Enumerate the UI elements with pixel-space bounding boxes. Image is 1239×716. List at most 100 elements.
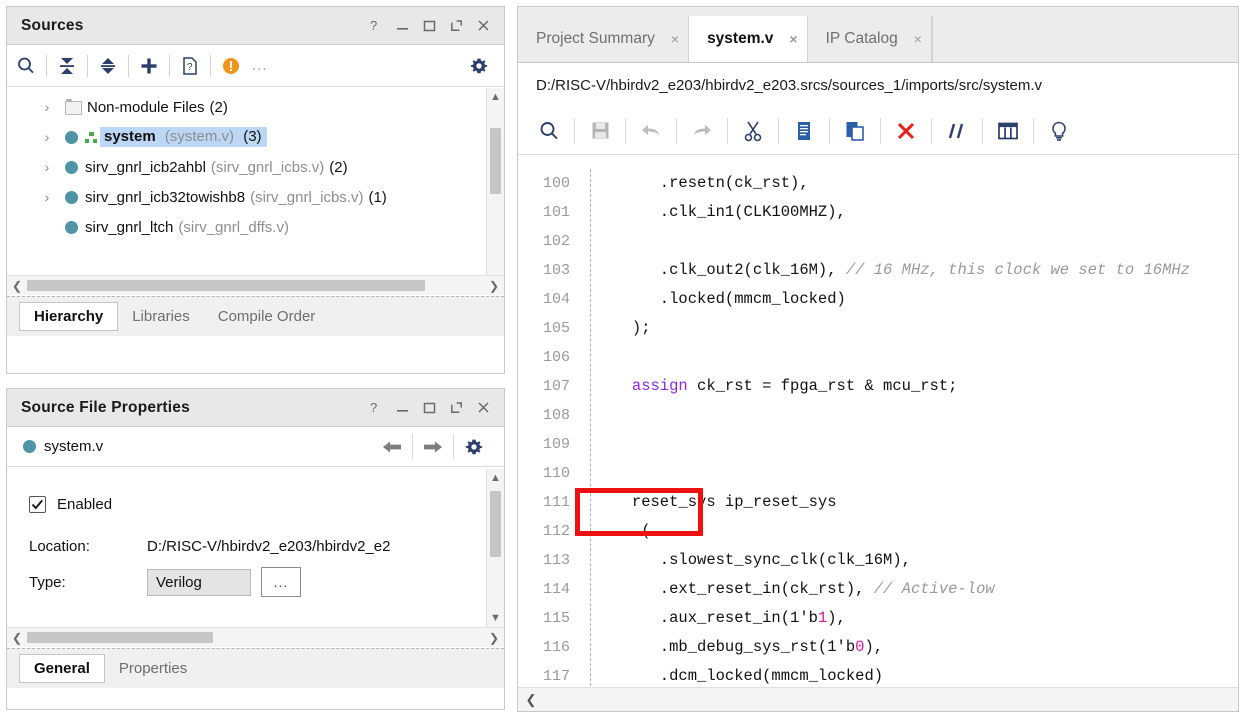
cut-icon[interactable] [728,107,778,155]
properties-vscrollbar[interactable]: ▲ ▼ [486,469,504,627]
code-text: .clk_out2(clk_16M), [604,261,846,279]
gear-icon[interactable] [460,45,498,87]
sources-tree[interactable]: › Non-module Files (2) › system (system.… [7,88,486,275]
tree-row-system[interactable]: › system (system.v) (3) [7,122,486,152]
comment-icon[interactable] [932,107,982,155]
gutter-divider [590,169,591,711]
help-icon[interactable]: ? [368,401,382,415]
file-help-icon[interactable]: ? [171,45,209,87]
chevron-right-icon[interactable]: › [39,159,55,175]
scrollbar-thumb[interactable] [27,280,425,291]
scroll-right-icon[interactable]: ❯ [484,279,504,293]
lightbulb-icon[interactable] [1034,107,1084,155]
tab-properties[interactable]: Properties [105,655,201,682]
paste-icon[interactable] [830,107,880,155]
toolbar-divider [169,54,170,77]
redo-icon[interactable] [677,107,727,155]
minimize-icon[interactable] [395,401,409,415]
svg-text:?: ? [370,19,377,33]
columns-icon[interactable] [983,107,1033,155]
code-line: .ext_reset_in(ck_rst), // Active-low [604,575,1238,604]
close-icon[interactable]: × [914,31,922,47]
float-icon[interactable] [449,401,463,415]
scroll-left-icon[interactable]: ❮ [7,279,27,293]
tree-item-label: system [104,128,156,145]
code-line: .slowest_sync_clk(clk_16M), [604,546,1238,575]
chevron-right-icon[interactable]: › [39,99,55,115]
scroll-left-icon[interactable]: ❮ [518,692,544,708]
scroll-up-icon[interactable]: ▲ [487,88,505,106]
line-number: 110 [542,465,570,482]
tab-project-summary[interactable]: Project Summary × [518,16,690,62]
module-icon [65,220,78,234]
sources-tree-hscrollbar[interactable]: ❮ ❯ [7,275,504,295]
expand-all-icon[interactable] [89,45,127,87]
scroll-down-icon[interactable]: ▼ [487,609,505,627]
toolbar-divider [87,54,88,77]
float-icon[interactable] [449,19,463,33]
help-icon[interactable]: ? [368,19,382,33]
code-text: reset_sys ip_reset_sys [604,493,837,511]
close-icon[interactable]: × [671,31,679,47]
gear-icon[interactable] [454,437,494,457]
copy-icon[interactable] [779,107,829,155]
delete-icon[interactable] [881,107,931,155]
add-sources-icon[interactable] [130,45,168,87]
chevron-right-icon[interactable]: › [39,129,55,145]
close-icon[interactable] [476,19,490,33]
undo-icon[interactable] [626,107,676,155]
line-number: 108 [542,407,570,424]
tree-row-sirv-gnrl-icb2ahbl[interactable]: › sirv_gnrl_icb2ahbl (sirv_gnrl_icbs.v) … [7,152,486,182]
tree-row-sirv-gnrl-icb32towishb8[interactable]: › sirv_gnrl_icb32towishb8 (sirv_gnrl_icb… [7,182,486,212]
minimize-icon[interactable] [395,19,409,33]
code-editor[interactable]: 100 101 102 103 104 105 106 107 108 109 … [518,169,1238,711]
type-browse-button[interactable]: ... [261,567,301,597]
back-arrow-icon[interactable] [372,438,412,456]
scroll-up-icon[interactable]: ▲ [487,469,505,487]
tab-system-v[interactable]: system.v × [689,16,808,62]
search-icon[interactable] [7,45,45,87]
code-text: .mb_debug_sys_rst(1'b [604,638,856,656]
code-text: ); [604,319,651,337]
close-icon[interactable] [476,401,490,415]
scrollbar-thumb[interactable] [27,632,213,643]
scrollbar-thumb[interactable] [490,128,501,194]
code-line: .clk_in1(CLK100MHZ), [604,198,1238,227]
code-comment: // 16 MHz, this clock we set to 16MHz [845,261,1190,279]
scrollbar-thumb[interactable] [490,491,501,557]
chevron-right-icon[interactable]: › [39,189,55,205]
tab-ip-catalog[interactable]: IP Catalog × [808,16,932,62]
tab-hierarchy[interactable]: Hierarchy [19,302,119,331]
save-icon[interactable] [575,107,625,155]
properties-file-name: system.v [44,438,104,455]
collapse-all-icon[interactable] [48,45,86,87]
warning-icon[interactable] [212,45,250,87]
code-lines[interactable]: .resetn(ck_rst), .clk_in1(CLK100MHZ), .c… [604,169,1238,711]
enabled-label: Enabled [57,495,113,513]
find-icon[interactable] [524,107,574,155]
tab-general[interactable]: General [19,654,105,683]
tree-row-non-module-files[interactable]: › Non-module Files (2) [7,92,486,122]
close-icon[interactable]: × [789,31,797,47]
code-text: ), [827,609,846,627]
forward-arrow-icon[interactable] [413,438,453,456]
maximize-icon[interactable] [422,401,436,415]
scroll-left-icon[interactable]: ❮ [7,631,27,645]
scroll-right-icon[interactable]: ❯ [484,631,504,645]
code-text: ck_rst = fpga_rst & mcu_rst; [687,377,958,395]
enabled-row[interactable]: Enabled [29,483,486,525]
editor-hscrollbar[interactable]: ❮ [518,687,1238,711]
tab-label: IP Catalog [825,30,898,47]
properties-hscrollbar[interactable]: ❮ ❯ [7,627,504,647]
tab-compile-order[interactable]: Compile Order [204,303,330,330]
enabled-checkbox[interactable] [29,495,46,513]
tree-row-sirv-gnrl-ltch[interactable]: › sirv_gnrl_ltch (sirv_gnrl_dffs.v) [7,212,486,242]
tab-libraries[interactable]: Libraries [118,303,204,330]
type-value-field[interactable]: Verilog [147,568,251,596]
maximize-icon[interactable] [422,19,436,33]
tree-item-file: (sirv_gnrl_icbs.v) [210,158,325,176]
sources-tree-vscrollbar[interactable]: ▲ [486,88,504,275]
sources-tree-container: › Non-module Files (2) › system (system.… [7,88,504,275]
